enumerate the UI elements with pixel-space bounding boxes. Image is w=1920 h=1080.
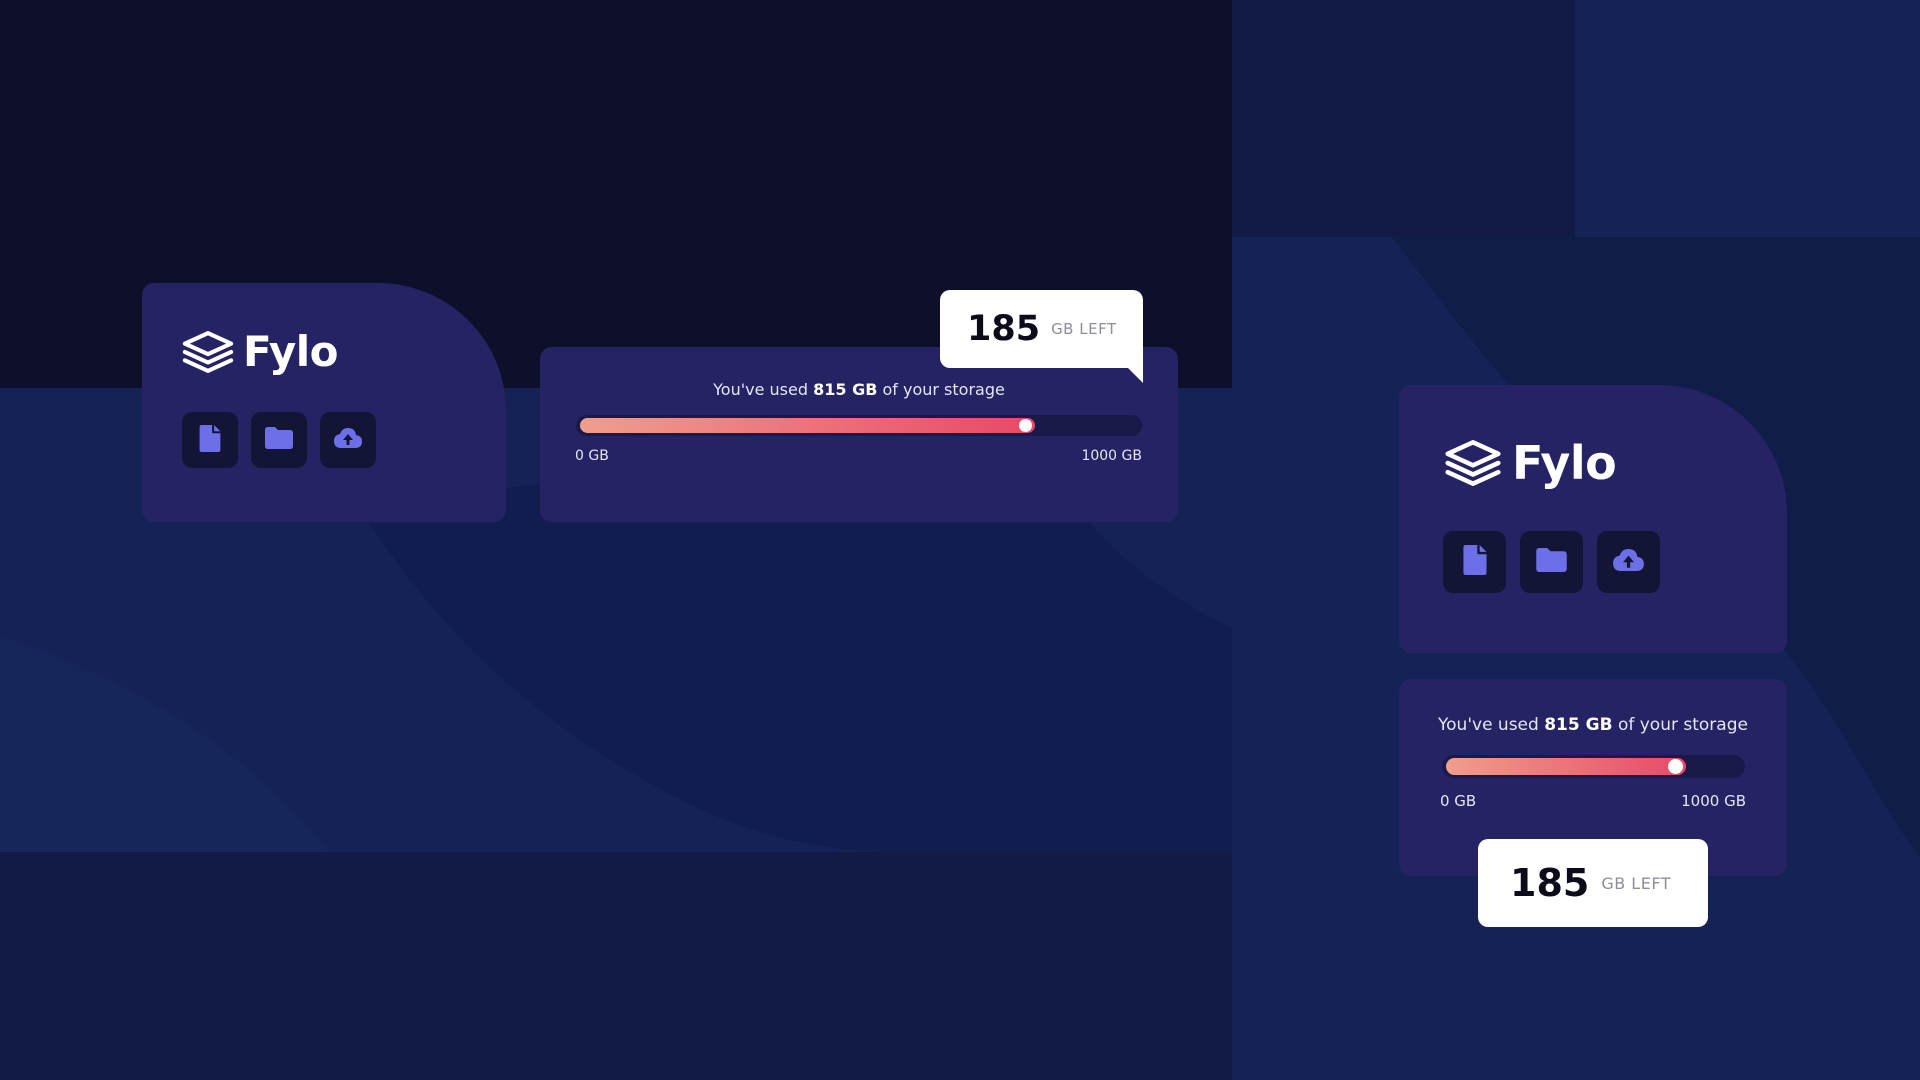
- brand: Fylo: [181, 327, 339, 376]
- upload-button[interactable]: [1597, 531, 1660, 593]
- mobile-logo-card: Fylo: [1399, 385, 1787, 653]
- usage-prefix: You've used: [1438, 715, 1545, 735]
- desktop-icon-row: [182, 412, 376, 468]
- mobile-remaining-badge: 185 GB LEFT: [1478, 839, 1708, 927]
- upload-icon: [1613, 549, 1644, 575]
- layers-icon: [1444, 440, 1502, 486]
- document-icon: [1462, 545, 1487, 579]
- range-min-label: 0 GB: [1440, 792, 1477, 810]
- remaining-unit: GB LEFT: [1051, 320, 1117, 338]
- layers-icon: [181, 330, 235, 373]
- desktop-logo-card: Fylo: [142, 283, 506, 522]
- document-button[interactable]: [182, 412, 238, 468]
- folder-button[interactable]: [251, 412, 307, 468]
- storage-progress-fill: [1446, 758, 1686, 775]
- folder-button[interactable]: [1520, 531, 1583, 593]
- storage-progress-knob: [1668, 759, 1683, 774]
- brand-name: Fylo: [1512, 436, 1617, 490]
- folder-icon: [265, 427, 293, 453]
- remaining-number: 185: [1510, 861, 1590, 905]
- document-icon: [199, 424, 221, 456]
- usage-suffix: of your storage: [877, 380, 1005, 399]
- storage-usage-text: You've used 815 GB of your storage: [540, 380, 1178, 399]
- mobile-background: [1232, 237, 1920, 1080]
- usage-amount: 815 GB: [813, 380, 878, 399]
- badge-pointer: [1127, 367, 1143, 383]
- desktop-remaining-badge: 185 GB LEFT: [940, 290, 1143, 383]
- mobile-brand: Fylo: [1444, 436, 1617, 490]
- document-button[interactable]: [1443, 531, 1506, 593]
- mobile-icon-row: [1443, 531, 1660, 593]
- folder-icon: [1536, 548, 1567, 576]
- usage-amount: 815 GB: [1544, 715, 1613, 735]
- mobile-background-top: [1575, 0, 1920, 237]
- storage-progress-knob: [1019, 419, 1032, 432]
- range-max-label: 1000 GB: [1081, 448, 1142, 464]
- storage-progress-bar: [1442, 755, 1745, 778]
- remaining-number: 185: [967, 309, 1041, 349]
- upload-icon: [334, 428, 362, 452]
- storage-progress-fill: [580, 418, 1035, 433]
- storage-progress-bar: [576, 415, 1142, 436]
- usage-prefix: You've used: [713, 380, 814, 399]
- desktop-storage-card: You've used 815 GB of your storage 0 GB …: [540, 347, 1178, 522]
- brand-name: Fylo: [243, 327, 339, 376]
- usage-suffix: of your storage: [1612, 715, 1748, 735]
- remaining-unit: GB LEFT: [1601, 873, 1672, 893]
- upload-button[interactable]: [320, 412, 376, 468]
- storage-usage-text: You've used 815 GB of your storage: [1399, 715, 1787, 735]
- mobile-background-curves: [1232, 237, 1920, 1080]
- range-min-label: 0 GB: [575, 448, 609, 464]
- range-max-label: 1000 GB: [1681, 792, 1746, 810]
